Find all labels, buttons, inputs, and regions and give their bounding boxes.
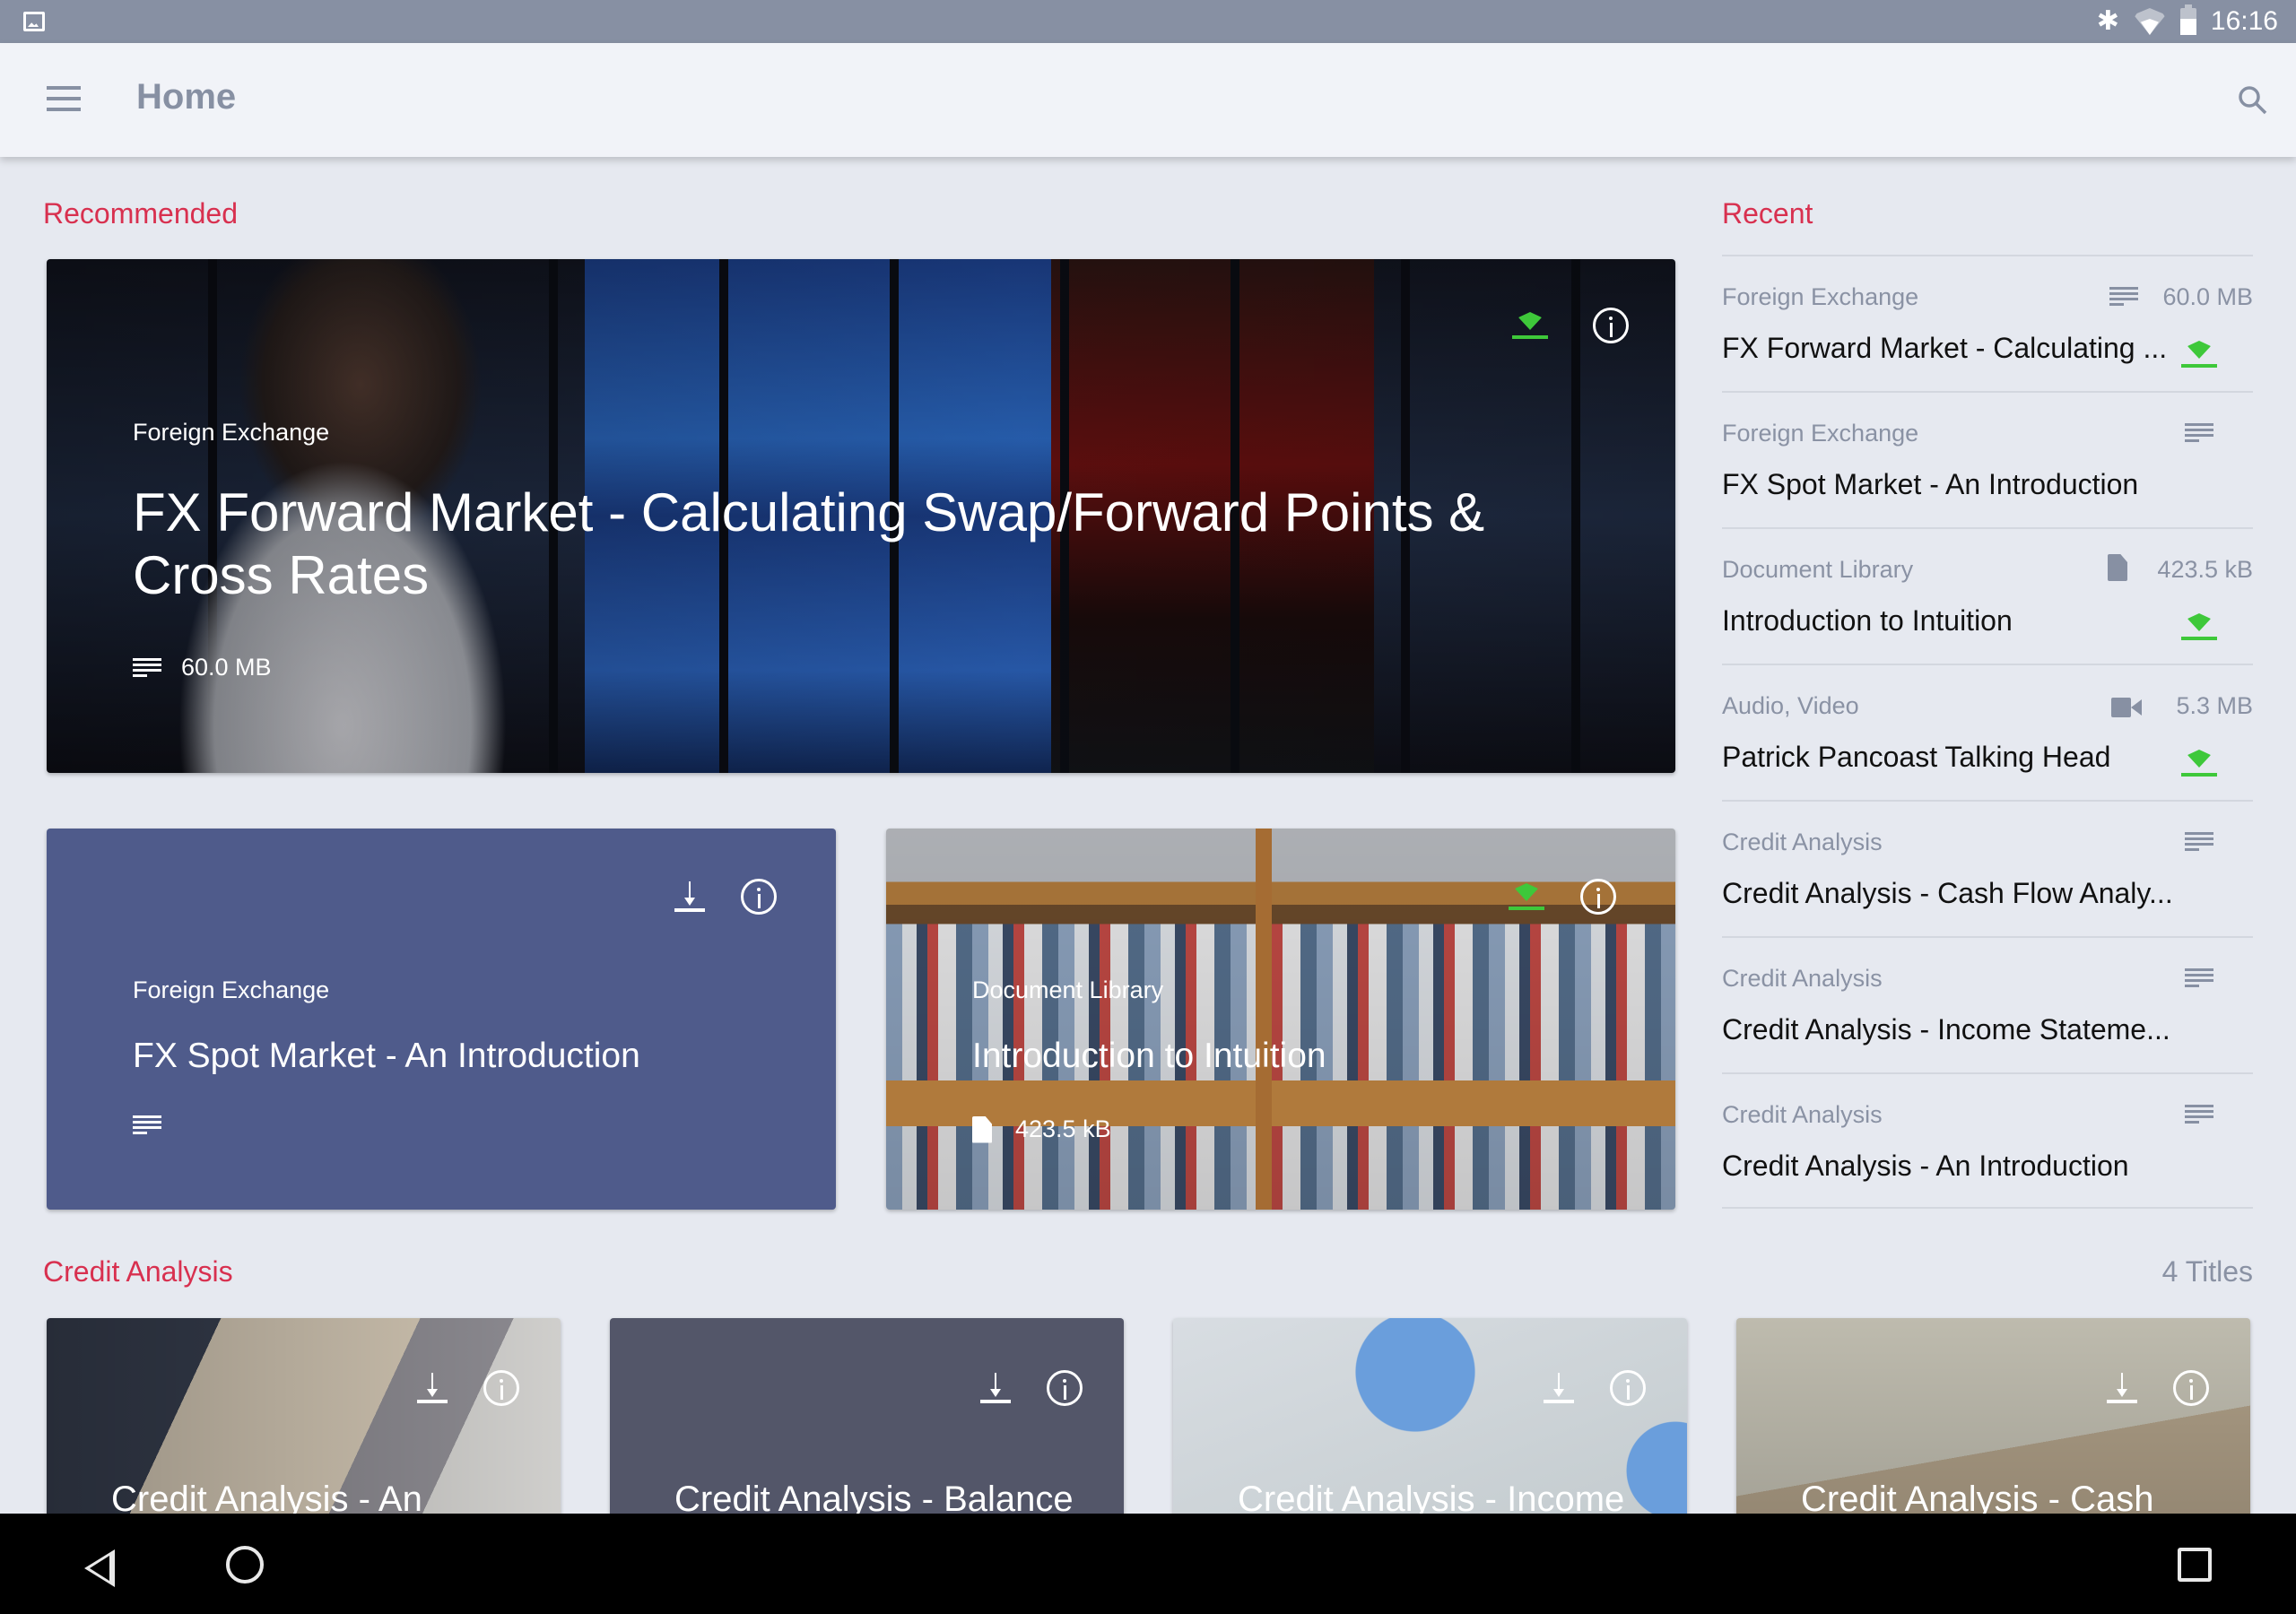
title-count[interactable]: 4 Titles: [2162, 1255, 2253, 1289]
fx-spot-card[interactable]: Foreign Exchange FX Spot Market - An Int…: [47, 829, 836, 1210]
download-icon[interactable]: [2107, 1373, 2137, 1403]
card-title: FX Spot Market - An Introduction: [133, 1037, 640, 1075]
search-button[interactable]: [2235, 82, 2271, 118]
recent-title: Credit Analysis - Cash Flow Analy...: [1722, 877, 2173, 909]
card-size: 423.5 kB: [1015, 1115, 1111, 1142]
info-icon[interactable]: [1593, 308, 1629, 343]
document-lines-icon: [2185, 832, 2213, 852]
recent-item[interactable]: Audio, Video 5.3 MB Patrick Pancoast Tal…: [1722, 664, 2253, 800]
document-lines-icon: [2185, 423, 2213, 443]
credit-analysis-heading: Credit Analysis: [43, 1255, 233, 1288]
app-bar: Home: [0, 43, 2296, 157]
recent-title: FX Spot Market - An Introduction: [1722, 468, 2139, 500]
recents-button[interactable]: [2178, 1548, 2212, 1582]
offline-available-icon: [2181, 613, 2217, 640]
recent-title: Patrick Pancoast Talking Head: [1722, 741, 2111, 773]
recent-title: Credit Analysis - An Introduction: [1722, 1150, 2129, 1182]
menu-icon[interactable]: [47, 86, 81, 111]
recent-item[interactable]: Foreign Exchange 60.0 MB FX Forward Mark…: [1722, 255, 2253, 391]
info-icon[interactable]: [1047, 1370, 1083, 1406]
recent-size: 60.0 MB: [2162, 283, 2253, 310]
recent-title: FX Forward Market - Calculating ...: [1722, 332, 2168, 364]
hero-category: Foreign Exchange: [133, 419, 330, 446]
file-icon: [972, 1115, 992, 1143]
system-nav-bar: [0, 1514, 2296, 1614]
info-icon[interactable]: [483, 1370, 519, 1406]
document-lines-icon: [2109, 287, 2138, 307]
download-icon[interactable]: [1544, 1373, 1574, 1403]
offline-available-icon[interactable]: [1509, 883, 1544, 910]
download-icon[interactable]: [674, 881, 705, 912]
recent-category: Audio, Video: [1722, 692, 1859, 719]
file-icon: [2108, 554, 2127, 581]
download-icon[interactable]: [417, 1373, 448, 1403]
recent-item[interactable]: Foreign Exchange FX Spot Market - An Int…: [1722, 391, 2253, 527]
recent-category: Document Library: [1722, 556, 1914, 583]
download-icon[interactable]: [980, 1373, 1011, 1403]
recent-category: Credit Analysis: [1722, 1101, 1883, 1128]
video-icon: [2111, 698, 2142, 717]
recent-category: Credit Analysis: [1722, 965, 1883, 992]
back-button[interactable]: [84, 1549, 115, 1587]
recent-item[interactable]: Credit Analysis Credit Analysis - An Int…: [1722, 1072, 2253, 1209]
document-lines-icon: [2185, 1105, 2213, 1124]
hero-card[interactable]: Foreign Exchange FX Forward Market - Cal…: [47, 259, 1675, 773]
hero-size: 60.0 MB: [181, 654, 272, 681]
recent-item[interactable]: Credit Analysis Credit Analysis - Income…: [1722, 936, 2253, 1072]
offline-available-icon: [2181, 750, 2217, 777]
clock: 16:16: [2210, 6, 2278, 36]
document-lines-icon: [2185, 968, 2213, 988]
battery-icon: [2179, 4, 2196, 35]
image-notification-icon: [23, 12, 45, 31]
recent-item[interactable]: Credit Analysis Credit Analysis - Cash F…: [1722, 800, 2253, 936]
page-title: Home: [136, 77, 237, 117]
info-icon[interactable]: [1610, 1370, 1646, 1406]
recent-category: Foreign Exchange: [1722, 420, 1919, 447]
recent-category: Credit Analysis: [1722, 829, 1883, 855]
recent-title: Credit Analysis - Income Stateme...: [1722, 1013, 2170, 1046]
recent-item[interactable]: Document Library 423.5 kB Introduction t…: [1722, 527, 2253, 664]
card-category: Document Library: [972, 976, 1164, 1003]
status-bar: ✱ 16:16: [0, 0, 2296, 43]
intuition-doc-card[interactable]: Document Library Introduction to Intuiti…: [886, 829, 1675, 1210]
info-icon[interactable]: [1580, 879, 1616, 915]
search-icon: [2239, 86, 2267, 115]
card-category: Foreign Exchange: [133, 976, 330, 1003]
info-icon[interactable]: [741, 879, 777, 915]
recent-category: Foreign Exchange: [1722, 283, 1919, 310]
bluetooth-icon: ✱: [2096, 6, 2119, 36]
recent-size: 423.5 kB: [2157, 556, 2253, 583]
home-button[interactable]: [226, 1546, 264, 1584]
offline-available-icon: [2181, 341, 2217, 368]
info-icon[interactable]: [2173, 1370, 2209, 1406]
recommended-heading: Recommended: [43, 197, 238, 230]
offline-available-icon[interactable]: [1512, 312, 1548, 339]
recent-size: 5.3 MB: [2176, 692, 2253, 719]
recent-heading: Recent: [1722, 197, 1813, 230]
card-title: Introduction to Intuition: [972, 1037, 1326, 1075]
document-lines-icon: [133, 1115, 161, 1135]
wifi-icon: [2134, 8, 2166, 35]
document-lines-icon: [133, 657, 161, 678]
recent-list: Foreign Exchange 60.0 MB FX Forward Mark…: [1722, 255, 2253, 1209]
recent-title: Introduction to Intuition: [1722, 604, 2013, 637]
hero-title: FX Forward Market - Calculating Swap/For…: [133, 482, 1485, 605]
